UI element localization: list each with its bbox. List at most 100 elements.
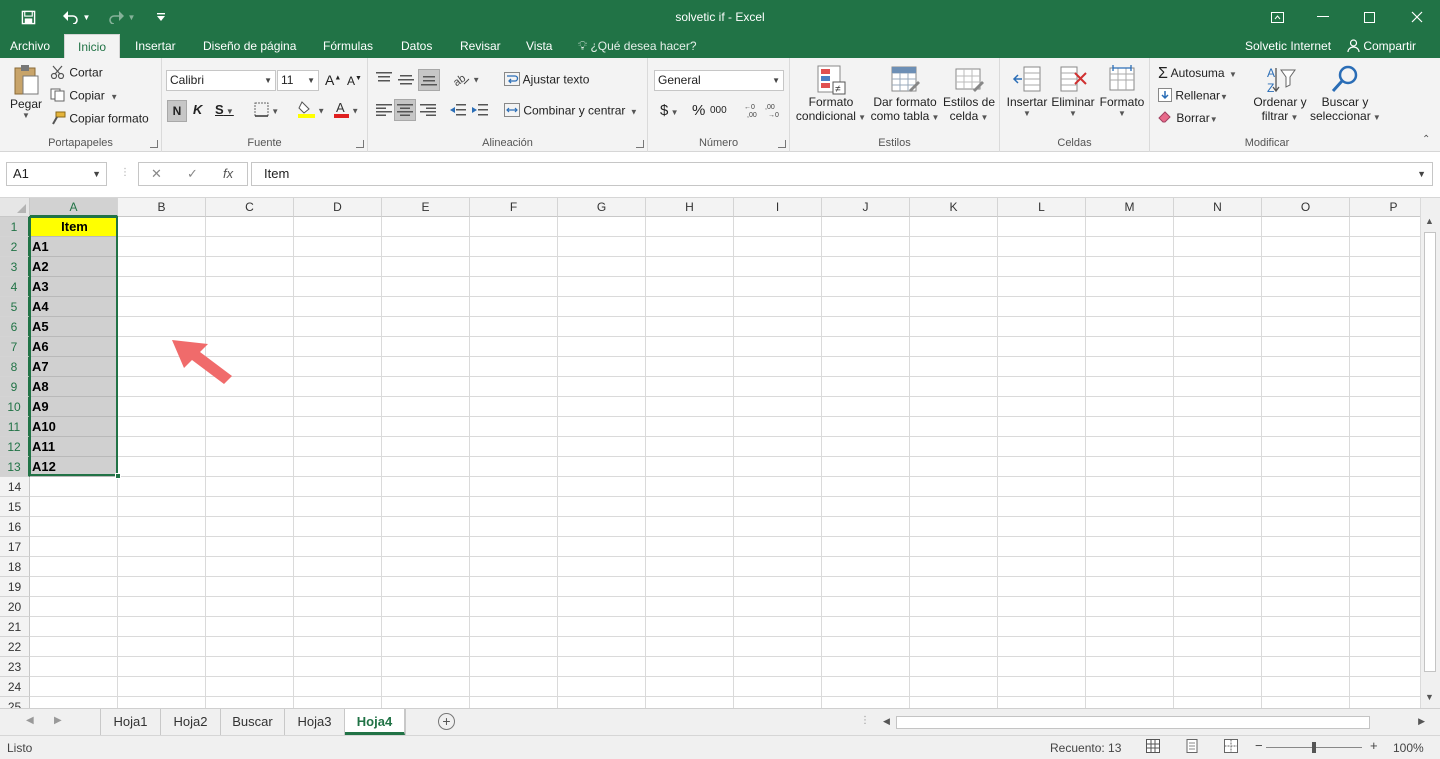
column-header-f[interactable]: F [470,198,558,217]
sheet-tab-buscar[interactable]: Buscar [221,709,285,735]
decrease-indent-icon[interactable] [450,104,466,119]
column-header-j[interactable]: J [822,198,910,217]
row-header-15[interactable]: 15 [0,497,30,517]
maximize-icon[interactable] [1346,0,1392,34]
scroll-up-icon[interactable]: ▲ [1425,216,1434,226]
cell-a8[interactable]: A7 [30,357,118,377]
column-header-a[interactable]: A [30,198,118,217]
row-header-7[interactable]: 7 [0,337,30,357]
cell-a13[interactable]: A12 [30,457,118,477]
horizontal-scroll-thumb[interactable] [896,716,1370,729]
tab-formulas[interactable]: Fórmulas [315,34,381,58]
cell-a2[interactable]: A1 [30,237,118,257]
zoom-slider-thumb[interactable] [1312,742,1316,753]
tell-me-box[interactable]: 💡︎ ¿Qué desea hacer? [578,34,697,58]
align-right-icon[interactable] [420,104,436,119]
previous-sheet-icon[interactable]: ◀ [26,715,34,726]
tab-split-grip-icon[interactable]: ⋮ [860,715,870,726]
copy-button[interactable]: Copiar ▼ [50,88,118,105]
insert-function-icon[interactable]: fx [223,166,233,181]
row-header-13[interactable]: 13 [0,457,30,477]
row-header-14[interactable]: 14 [0,477,30,497]
close-icon[interactable] [1394,0,1440,34]
fill-button[interactable]: Rellenar▼ [1158,88,1228,105]
delete-cells-button[interactable]: Eliminar ▼ [1050,64,1096,118]
sheet-tab-hoja4[interactable]: Hoja4 [345,709,405,735]
column-header-k[interactable]: K [910,198,998,217]
font-name-combo[interactable]: Calibri ▼ [166,70,276,91]
tab-inicio[interactable]: Inicio [64,34,120,58]
column-header-d[interactable]: D [294,198,382,217]
orientation-button[interactable]: ab ▼ [451,70,480,89]
user-name[interactable]: Solvetic Internet [1245,34,1331,58]
cell-a10[interactable]: A9 [30,397,118,417]
column-header-c[interactable]: C [206,198,294,217]
find-select-button[interactable]: Buscar y seleccionar ▼ [1310,64,1381,123]
row-header-11[interactable]: 11 [0,417,30,437]
cell-a3[interactable]: A2 [30,257,118,277]
font-launcher-icon[interactable] [356,140,364,148]
column-header-h[interactable]: H [646,198,734,217]
fill-handle[interactable] [115,473,121,479]
wrap-text-button[interactable]: Ajustar texto [504,72,589,89]
sheet-tab-hoja3[interactable]: Hoja3 [285,709,345,735]
autosum-button[interactable]: Σ Autosuma ▼ [1158,65,1237,83]
cell-styles-button[interactable]: Estilos de celda ▼ [942,64,996,123]
expand-formula-bar-icon[interactable]: ▼ [1417,163,1426,185]
row-header-21[interactable]: 21 [0,617,30,637]
row-header-10[interactable]: 10 [0,397,30,417]
row-header-23[interactable]: 23 [0,657,30,677]
cell-a9[interactable]: A8 [30,377,118,397]
column-header-g[interactable]: G [558,198,646,217]
row-header-3[interactable]: 3 [0,257,30,277]
increase-indent-icon[interactable] [472,104,488,119]
cell-a7[interactable]: A6 [30,337,118,357]
font-color-button[interactable]: A ▼ [334,100,359,121]
tab-datos[interactable]: Datos [393,34,440,58]
select-all-button[interactable] [0,198,30,217]
fill-color-button[interactable]: ▼ [298,100,325,121]
row-header-1[interactable]: 1 [0,217,30,237]
format-painter-button[interactable]: Copiar formato [50,111,149,128]
horizontal-scrollbar[interactable]: ◀ ▶ [880,715,1428,730]
column-header-m[interactable]: M [1086,198,1174,217]
zoom-level[interactable]: 100% [1393,741,1424,755]
clear-button[interactable]: Borrar▼ [1158,111,1218,126]
scroll-left-icon[interactable]: ◀ [883,716,890,727]
worksheet-grid[interactable]: ABCDEFGHIJKLMNOP 1 2 3 4 5 6 7 8 9 10 11 12 13 14 15 16… [0,198,1420,708]
scroll-down-icon[interactable]: ▼ [1425,692,1434,702]
number-launcher-icon[interactable] [778,140,786,148]
align-left-icon[interactable] [376,104,392,119]
minimize-icon[interactable] [1300,0,1346,34]
row-header-9[interactable]: 9 [0,377,30,397]
align-center-icon[interactable] [394,99,416,121]
align-middle-icon[interactable] [398,74,414,89]
vertical-scrollbar[interactable]: ▲ ▼ [1420,198,1440,708]
collapse-ribbon-icon[interactable]: ⌃ [1422,134,1430,145]
currency-button[interactable]: $ ▼ [660,102,678,119]
cell-a11[interactable]: A10 [30,417,118,437]
column-header-i[interactable]: I [734,198,822,217]
cell-a6[interactable]: A5 [30,317,118,337]
sheet-tab-hoja2[interactable]: Hoja2 [161,709,221,735]
row-header-5[interactable]: 5 [0,297,30,317]
name-box[interactable]: A1 ▼ [6,162,107,186]
tab-revisar[interactable]: Revisar [452,34,509,58]
insert-cells-button[interactable]: Insertar ▼ [1004,64,1050,118]
add-sheet-icon[interactable]: + [438,713,455,730]
row-header-6[interactable]: 6 [0,317,30,337]
page-break-view-icon[interactable] [1224,739,1238,756]
alignment-launcher-icon[interactable] [636,140,644,148]
cell-a5[interactable]: A4 [30,297,118,317]
font-size-combo[interactable]: 11 ▼ [277,70,319,91]
format-as-table-button[interactable]: Dar formato como tabla ▼ [870,64,940,123]
increase-font-size-icon[interactable]: A▲ [325,72,341,88]
conditional-format-button[interactable]: ≠ Formato condicional ▼ [794,64,868,123]
sheet-tab-hoja1[interactable]: Hoja1 [101,709,161,735]
row-header-2[interactable]: 2 [0,237,30,257]
merge-center-button[interactable]: Combinar y centrar ▼ [504,103,638,120]
vertical-scroll-thumb[interactable] [1424,232,1436,672]
cell-a4[interactable]: A3 [30,277,118,297]
share-button[interactable]: Compartir [1347,34,1416,58]
column-header-b[interactable]: B [118,198,206,217]
